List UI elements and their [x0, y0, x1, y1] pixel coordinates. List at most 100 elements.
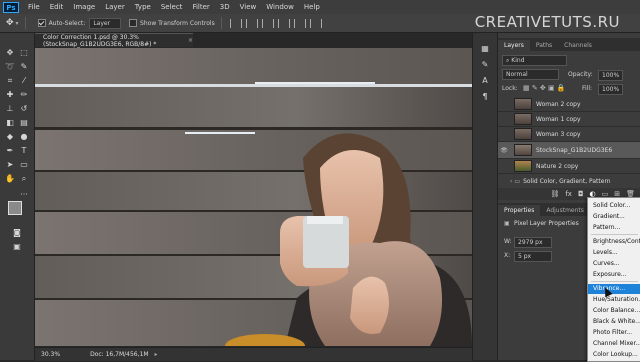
- tab-channels[interactable]: Channels: [558, 40, 598, 51]
- opacity-input[interactable]: 100%: [598, 70, 624, 81]
- auto-select-dropdown[interactable]: Layer: [89, 17, 122, 29]
- menu-view[interactable]: View: [235, 3, 262, 11]
- info-arrow-icon[interactable]: ▸: [155, 351, 158, 358]
- menu-item-color-balance[interactable]: Color Balance...: [588, 306, 640, 316]
- zoom-readout[interactable]: 30.3%: [41, 351, 60, 358]
- layer-group-row[interactable]: › ▭ Solid Color, Gradient, Pattern: [498, 174, 640, 189]
- close-icon[interactable]: ×: [188, 37, 193, 44]
- path-selection-tool-icon[interactable]: ➤: [4, 159, 16, 170]
- menu-item-brightness-contrast[interactable]: Brightness/Contrast...: [588, 237, 640, 247]
- gradient-tool-icon[interactable]: ▤: [18, 117, 30, 128]
- quick-selection-tool-icon[interactable]: ✎: [18, 61, 30, 72]
- eyedropper-tool-icon[interactable]: ⁄: [18, 75, 30, 86]
- auto-select-checkbox[interactable]: [37, 19, 46, 27]
- add-mask-icon[interactable]: ◘: [578, 190, 584, 198]
- tool-preset-dropdown-icon[interactable]: ▾: [16, 20, 19, 27]
- layer-filter-kind[interactable]: ⌕ Kind: [502, 55, 567, 66]
- layer-name: Nature 2 copy: [536, 162, 579, 170]
- menu-filter[interactable]: Filter: [187, 3, 214, 11]
- menu-bar: Ps File Edit Image Layer Type Select Fil…: [0, 0, 640, 14]
- fx-icon[interactable]: fx: [565, 190, 572, 198]
- blend-mode-dropdown[interactable]: Normal: [502, 69, 559, 80]
- layer-row[interactable]: Nature 2 copy: [498, 159, 640, 174]
- move-tool-icon[interactable]: ✥: [4, 47, 16, 58]
- menu-3d[interactable]: 3D: [215, 3, 235, 11]
- fill-input[interactable]: 100%: [598, 84, 624, 95]
- tab-layers[interactable]: Layers: [498, 40, 530, 51]
- history-panel-icon[interactable]: ▦: [479, 43, 491, 54]
- layer-row-selected[interactable]: 👁 StockSnap_G1B2UDG3E6: [498, 142, 640, 159]
- menu-select[interactable]: Select: [156, 3, 188, 11]
- menu-item-vibrance[interactable]: Vibrance...: [588, 284, 640, 294]
- tab-properties[interactable]: Properties: [498, 205, 541, 216]
- tab-adjustments[interactable]: Adjustments: [540, 205, 590, 216]
- paragraph-panel-icon[interactable]: ¶: [479, 91, 491, 102]
- history-brush-tool-icon[interactable]: ↺: [18, 103, 30, 114]
- menu-edit[interactable]: Edit: [45, 3, 69, 11]
- hand-tool-icon[interactable]: ✋: [4, 173, 16, 184]
- menu-layer[interactable]: Layer: [100, 3, 130, 11]
- menu-type[interactable]: Type: [130, 3, 156, 11]
- link-layers-icon[interactable]: ⛓: [550, 190, 559, 198]
- clone-stamp-tool-icon[interactable]: ⊥: [4, 103, 16, 114]
- character-panel-icon[interactable]: A: [479, 75, 491, 86]
- menu-item-exposure[interactable]: Exposure...: [588, 270, 640, 280]
- lock-icons[interactable]: ▦ ✎ ✥ ▣ 🔒: [523, 84, 566, 92]
- width-input[interactable]: 2979 px: [514, 237, 552, 248]
- move-tool-icon[interactable]: ✥: [6, 18, 14, 28]
- align-middle-icon[interactable]: [245, 18, 258, 28]
- photoshop-app-icon[interactable]: Ps: [3, 1, 19, 13]
- healing-brush-tool-icon[interactable]: ✚: [4, 89, 16, 100]
- align-top-icon[interactable]: [229, 18, 242, 28]
- rectangle-tool-icon[interactable]: ▭: [18, 159, 30, 170]
- crop-tool-icon[interactable]: ⌗: [4, 75, 16, 86]
- brush-tool-icon[interactable]: ✏: [18, 89, 30, 100]
- menu-help[interactable]: Help: [299, 3, 325, 11]
- eye-icon[interactable]: 👁: [498, 147, 510, 154]
- menu-item-solid-color[interactable]: Solid Color...: [588, 201, 640, 211]
- align-center-icon[interactable]: [293, 18, 306, 28]
- foreground-color-swatch[interactable]: [8, 201, 22, 215]
- zoom-tool-icon[interactable]: ⌕: [18, 173, 30, 184]
- menu-item-hue-saturation[interactable]: Hue/Saturation...: [588, 295, 640, 305]
- layer-row[interactable]: Woman 1 copy: [498, 112, 640, 127]
- layer-row[interactable]: Woman 2 copy: [498, 97, 640, 112]
- menu-item-channel-mixer[interactable]: Channel Mixer...: [588, 339, 640, 349]
- x-input[interactable]: 5 px: [514, 251, 552, 262]
- menu-item-pattern[interactable]: Pattern...: [588, 223, 640, 233]
- menu-item-gradient[interactable]: Gradient...: [588, 212, 640, 222]
- document-canvas[interactable]: [35, 48, 472, 346]
- brush-panel-icon[interactable]: ✎: [479, 59, 491, 70]
- tab-paths[interactable]: Paths: [530, 40, 558, 51]
- eraser-tool-icon[interactable]: ◧: [4, 117, 16, 128]
- photo-woman-drinking-coffee: [35, 48, 472, 346]
- menu-item-black-white[interactable]: Black & White...: [588, 317, 640, 327]
- type-tool-icon[interactable]: T: [18, 145, 30, 156]
- screen-mode-icon[interactable]: ▣: [11, 241, 23, 252]
- menu-item-color-lookup[interactable]: Color Lookup...: [588, 350, 640, 360]
- chevron-right-icon[interactable]: ›: [510, 178, 512, 185]
- document-size-info[interactable]: Doc: 16,7M/456,1M: [90, 351, 148, 358]
- menu-file[interactable]: File: [23, 3, 45, 11]
- menu-item-levels[interactable]: Levels...: [588, 248, 640, 258]
- menu-item-curves[interactable]: Curves...: [588, 259, 640, 269]
- menu-image[interactable]: Image: [68, 3, 100, 11]
- layer-row[interactable]: Woman 3 copy: [498, 127, 640, 142]
- menu-item-photo-filter[interactable]: Photo Filter...: [588, 328, 640, 338]
- document-tab[interactable]: Color Correction 1.psd @ 30.3% (StockSna…: [35, 33, 193, 48]
- align-bottom-icon[interactable]: [261, 18, 274, 28]
- separator: [24, 17, 26, 29]
- quick-mask-icon[interactable]: ◙: [11, 227, 23, 238]
- lasso-tool-icon[interactable]: ➰: [4, 61, 16, 72]
- show-transform-checkbox[interactable]: [129, 19, 138, 27]
- align-right-icon[interactable]: [309, 18, 322, 28]
- x-label: X:: [504, 252, 511, 259]
- pen-tool-icon[interactable]: ✒: [4, 145, 16, 156]
- align-left-icon[interactable]: [277, 18, 290, 28]
- more-tools-icon[interactable]: ···: [18, 189, 30, 200]
- menu-window[interactable]: Window: [261, 3, 299, 11]
- w-label: W:: [504, 238, 512, 245]
- dodge-tool-icon[interactable]: ●: [18, 131, 30, 142]
- marquee-tool-icon[interactable]: ⬚: [18, 47, 30, 58]
- blur-tool-icon[interactable]: ◆: [4, 131, 16, 142]
